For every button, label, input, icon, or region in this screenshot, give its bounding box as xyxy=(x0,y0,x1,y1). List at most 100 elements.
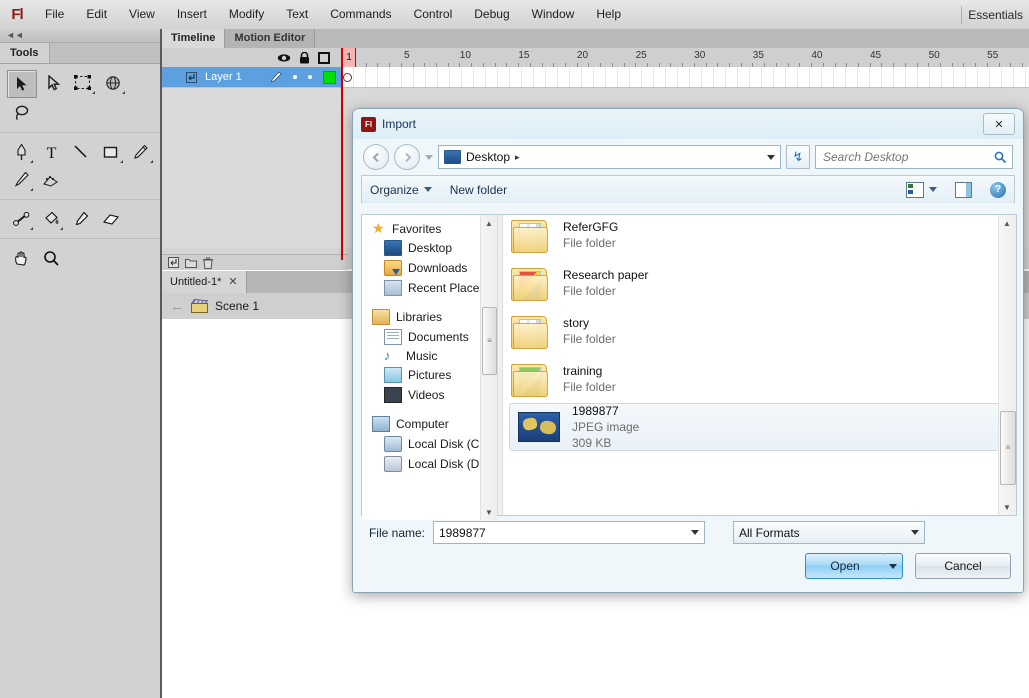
layer-outline-color-swatch[interactable] xyxy=(323,70,336,84)
menu-insert[interactable]: Insert xyxy=(166,0,218,29)
menu-edit[interactable]: Edit xyxy=(75,0,118,29)
hand-tool[interactable] xyxy=(7,245,35,271)
subselection-tool[interactable] xyxy=(39,70,67,96)
menu-commands[interactable]: Commands xyxy=(319,0,402,29)
keyframe-marker[interactable] xyxy=(343,73,352,82)
file-row[interactable]: story File folder xyxy=(503,307,1016,355)
organize-button[interactable]: Organize xyxy=(370,183,432,197)
place-item-local-disk-d[interactable]: Local Disk (D:) xyxy=(362,454,497,474)
search-box[interactable] xyxy=(815,145,1013,169)
document-tab-untitled-1[interactable]: Untitled-1* ✕ xyxy=(162,271,247,293)
place-item-computer[interactable]: Computer xyxy=(362,414,497,434)
place-item-videos[interactable]: Videos xyxy=(362,385,497,405)
file-row[interactable]: Research paper File folder xyxy=(503,259,1016,307)
bone-tool[interactable] xyxy=(7,206,35,232)
close-icon[interactable]: ✕ xyxy=(228,271,237,293)
scroll-down-arrow-icon[interactable]: ▼ xyxy=(999,499,1015,515)
deco-tool[interactable] xyxy=(37,167,65,193)
help-button[interactable]: ? xyxy=(990,181,1006,198)
refresh-button[interactable]: ↯ xyxy=(786,145,810,169)
text-tool[interactable]: T xyxy=(37,139,65,165)
tools-collapse-button[interactable]: ◄◄ xyxy=(0,29,160,43)
place-item-recent-places[interactable]: Recent Places xyxy=(362,278,497,298)
rectangle-tool[interactable] xyxy=(97,139,125,165)
recent-locations-icon[interactable] xyxy=(425,154,433,160)
file-row[interactable]: ReferGFG File folder xyxy=(503,215,1016,259)
chevron-down-icon[interactable] xyxy=(767,154,775,160)
chevron-right-icon[interactable]: ▸ xyxy=(515,152,520,163)
menu-window[interactable]: Window xyxy=(521,0,586,29)
search-input[interactable] xyxy=(821,149,994,165)
file-format-select[interactable]: All Formats xyxy=(733,521,925,544)
file-row-selected[interactable]: 1989877 JPEG image 309 KB xyxy=(509,403,1010,451)
menu-file[interactable]: File xyxy=(34,0,75,29)
place-item-libraries[interactable]: Libraries xyxy=(362,307,497,327)
place-item-pictures[interactable]: Pictures xyxy=(362,365,497,385)
scroll-up-arrow-icon[interactable]: ▲ xyxy=(481,215,497,231)
cancel-button[interactable]: Cancel xyxy=(915,553,1011,579)
eyedropper-tool[interactable] xyxy=(67,206,95,232)
place-item-documents[interactable]: Documents xyxy=(362,327,497,347)
pen-tool[interactable] xyxy=(7,139,35,165)
forward-button[interactable] xyxy=(394,144,420,170)
eraser-tool[interactable] xyxy=(97,206,125,232)
place-item-local-disk-c[interactable]: Local Disk (C:) xyxy=(362,434,497,454)
delete-layer-icon[interactable] xyxy=(203,257,213,269)
preview-pane-button[interactable] xyxy=(955,181,972,198)
open-dropdown-button[interactable] xyxy=(884,553,903,579)
menu-modify[interactable]: Modify xyxy=(218,0,275,29)
file-name-value[interactable]: 1989877 xyxy=(439,526,691,540)
workspace-switcher[interactable]: Essentials xyxy=(968,8,1029,22)
layer-row[interactable]: Layer 1 xyxy=(162,67,342,88)
file-row[interactable]: training File folder xyxy=(503,355,1016,403)
place-item-desktop[interactable]: Desktop xyxy=(362,238,497,258)
scroll-down-arrow-icon[interactable]: ▼ xyxy=(481,504,497,520)
scene-label[interactable]: Scene 1 xyxy=(215,299,259,313)
scrollbar-thumb[interactable]: ≡ xyxy=(1000,411,1016,485)
tools-tab[interactable]: Tools xyxy=(0,43,50,63)
outline-icon[interactable] xyxy=(318,51,330,64)
current-frame-indicator[interactable]: 1 xyxy=(342,48,356,67)
address-path-desktop[interactable]: Desktop xyxy=(466,150,510,164)
menu-control[interactable]: Control xyxy=(403,0,464,29)
open-button[interactable]: Open xyxy=(805,553,885,579)
place-item-music[interactable]: ♪ Music xyxy=(362,347,497,365)
free-transform-tool[interactable] xyxy=(69,70,97,96)
new-folder-icon[interactable] xyxy=(185,258,197,268)
selection-tool[interactable] xyxy=(7,70,37,98)
new-folder-button[interactable]: New folder xyxy=(450,183,507,197)
place-item-downloads[interactable]: Downloads xyxy=(362,258,497,278)
menu-view[interactable]: View xyxy=(118,0,166,29)
tab-timeline[interactable]: Timeline xyxy=(162,29,226,48)
lock-icon[interactable] xyxy=(299,51,310,64)
scroll-up-arrow-icon[interactable]: ▲ xyxy=(999,215,1015,231)
new-layer-icon[interactable] xyxy=(168,257,179,268)
timeline-ruler[interactable]: 1 510152025303540455055606570758085 xyxy=(342,48,1029,67)
paint-bucket-tool[interactable] xyxy=(37,206,65,232)
place-item-favorites[interactable]: ★ Favorites xyxy=(362,220,497,238)
lasso-tool[interactable] xyxy=(7,100,35,126)
layer-pencil-icon[interactable] xyxy=(270,71,282,83)
file-list-scrollbar[interactable]: ▲ ≡ ▼ xyxy=(998,215,1016,515)
zoom-tool[interactable] xyxy=(37,245,65,271)
view-options-button[interactable] xyxy=(906,181,937,198)
layer-lock-dot[interactable] xyxy=(308,75,312,79)
dialog-titlebar[interactable]: Fl Import ✕ xyxy=(353,109,1023,139)
line-tool[interactable] xyxy=(67,139,95,165)
tab-motion-editor[interactable]: Motion Editor xyxy=(225,29,316,48)
pencil-tool[interactable] xyxy=(127,139,155,165)
back-arrow-icon[interactable]: ← xyxy=(170,298,184,314)
menu-help[interactable]: Help xyxy=(585,0,632,29)
back-button[interactable] xyxy=(363,144,389,170)
3d-rotation-tool[interactable] xyxy=(99,70,127,96)
brush-tool[interactable] xyxy=(7,167,35,193)
scrollbar-thumb[interactable]: ≡ xyxy=(482,307,497,375)
layer-visibility-dot[interactable] xyxy=(293,75,297,79)
navigation-pane-scrollbar[interactable]: ▲ ≡ ▼ xyxy=(480,215,497,520)
close-icon[interactable]: ✕ xyxy=(983,113,1015,135)
chevron-down-icon[interactable] xyxy=(691,530,699,535)
menu-debug[interactable]: Debug xyxy=(463,0,520,29)
address-bar[interactable]: Desktop ▸ xyxy=(438,145,781,169)
frames-strip[interactable] xyxy=(342,67,1029,88)
layer-name-label[interactable]: Layer 1 xyxy=(205,71,242,83)
